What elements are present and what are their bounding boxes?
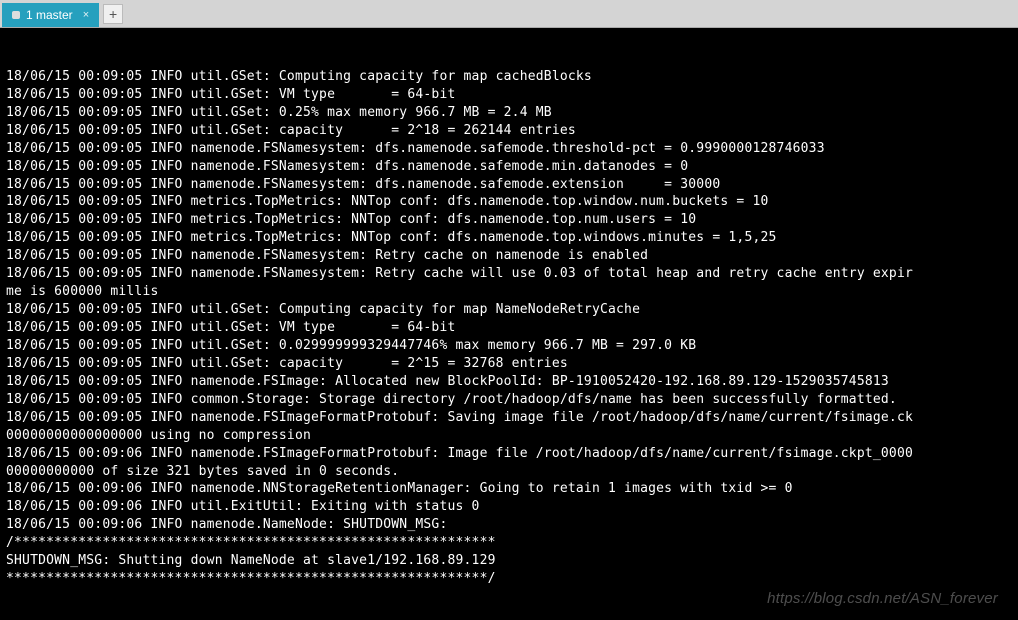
terminal-output[interactable]: 18/06/15 00:09:05 INFO util.GSet: Comput… [0, 28, 1018, 620]
log-line: 18/06/15 00:09:05 INFO util.GSet: Comput… [6, 301, 1012, 319]
log-line: me is 600000 millis [6, 283, 1012, 301]
watermark-text: https://blog.csdn.net/ASN_forever [767, 589, 998, 610]
log-line: ****************************************… [6, 570, 1012, 588]
log-line: 18/06/15 00:09:05 INFO namenode.FSImageF… [6, 409, 1012, 427]
log-lines: 18/06/15 00:09:05 INFO util.GSet: Comput… [6, 68, 1012, 588]
log-line: 18/06/15 00:09:06 INFO util.ExitUtil: Ex… [6, 498, 1012, 516]
log-line: 18/06/15 00:09:05 INFO metrics.TopMetric… [6, 229, 1012, 247]
log-line: 18/06/15 00:09:05 INFO util.GSet: Comput… [6, 68, 1012, 86]
close-icon[interactable]: × [83, 9, 89, 21]
log-line: 00000000000 of size 321 bytes saved in 0… [6, 463, 1012, 481]
log-line: SHUTDOWN_MSG: Shutting down NameNode at … [6, 552, 1012, 570]
log-line: 18/06/15 00:09:05 INFO namenode.FSNamesy… [6, 247, 1012, 265]
log-line: 18/06/15 00:09:05 INFO util.GSet: VM typ… [6, 86, 1012, 104]
log-line: 18/06/15 00:09:05 INFO metrics.TopMetric… [6, 193, 1012, 211]
log-line: 18/06/15 00:09:05 INFO util.GSet: 0.25% … [6, 104, 1012, 122]
log-line: 18/06/15 00:09:05 INFO util.GSet: VM typ… [6, 319, 1012, 337]
log-line: 18/06/15 00:09:06 INFO namenode.NameNode… [6, 516, 1012, 534]
log-line: 18/06/15 00:09:05 INFO namenode.FSNamesy… [6, 176, 1012, 194]
tab-master[interactable]: 1 master × [2, 3, 99, 27]
log-line: 00000000000000000 using no compression [6, 427, 1012, 445]
plus-icon: + [109, 6, 117, 22]
log-line: 18/06/15 00:09:05 INFO util.GSet: capaci… [6, 355, 1012, 373]
log-line: 18/06/15 00:09:05 INFO namenode.FSNamesy… [6, 265, 1012, 283]
tab-bar: 1 master × + [0, 0, 1018, 28]
tab-label: 1 master [26, 8, 73, 22]
log-line: 18/06/15 00:09:06 INFO namenode.FSImageF… [6, 445, 1012, 463]
log-line: 18/06/15 00:09:05 INFO namenode.FSImage:… [6, 373, 1012, 391]
log-line: /***************************************… [6, 534, 1012, 552]
log-line: 18/06/15 00:09:05 INFO util.GSet: 0.0299… [6, 337, 1012, 355]
log-line: 18/06/15 00:09:06 INFO namenode.NNStorag… [6, 480, 1012, 498]
log-line: 18/06/15 00:09:05 INFO util.GSet: capaci… [6, 122, 1012, 140]
add-tab-button[interactable]: + [103, 4, 123, 24]
log-line: 18/06/15 00:09:05 INFO namenode.FSNamesy… [6, 140, 1012, 158]
log-line: 18/06/15 00:09:05 INFO metrics.TopMetric… [6, 211, 1012, 229]
tab-indicator-icon [12, 11, 20, 19]
log-line: 18/06/15 00:09:05 INFO namenode.FSNamesy… [6, 158, 1012, 176]
log-line: 18/06/15 00:09:05 INFO common.Storage: S… [6, 391, 1012, 409]
